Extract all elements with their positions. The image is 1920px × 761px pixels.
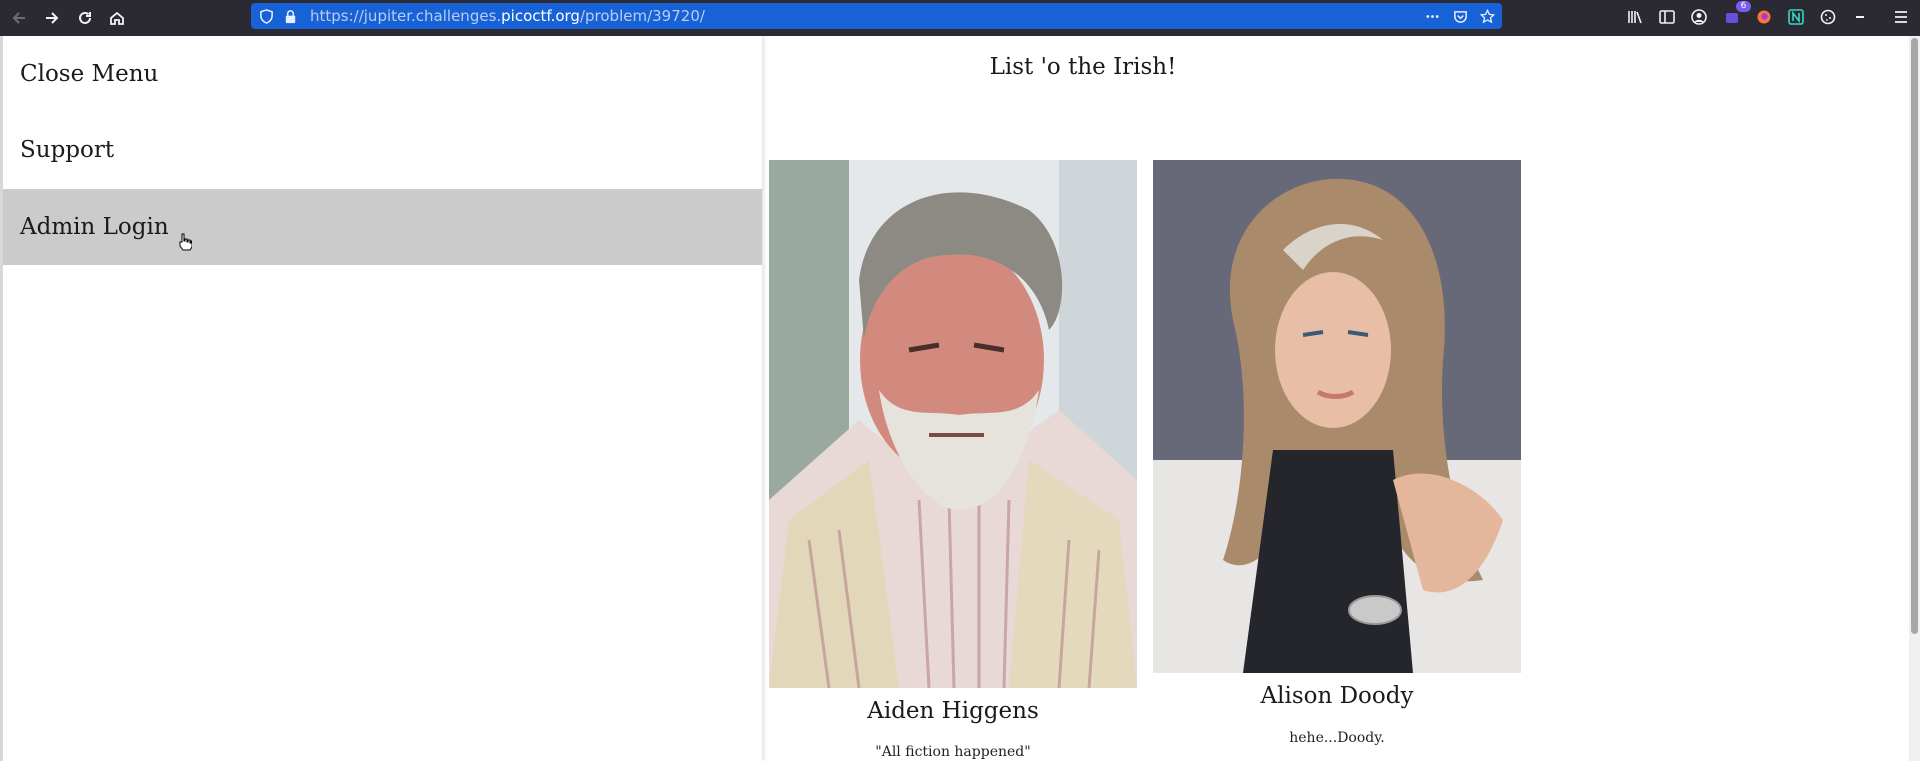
close-menu-link[interactable]: Close Menu [3, 36, 762, 112]
back-button[interactable] [5, 4, 33, 32]
library-icon[interactable] [1624, 6, 1646, 28]
pocket-icon[interactable] [1451, 7, 1469, 25]
person-quote: "All fiction happened" [875, 744, 1031, 760]
firefox-icon[interactable] [1753, 6, 1775, 28]
sidebar-icon[interactable] [1656, 6, 1678, 28]
minus-icon[interactable] [1849, 6, 1871, 28]
browser-toolbar: https://jupiter.challenges.picoctf.org/p… [0, 0, 1920, 36]
person-card: Aiden Higgens "All fiction happened" [769, 160, 1137, 760]
person-name: Aiden Higgens [867, 698, 1039, 724]
person-photo [769, 160, 1137, 688]
main-content: List 'o the Irish! Aiden Higgens "All fi… [762, 36, 1910, 761]
more-icon[interactable] [1423, 7, 1441, 25]
extension-badge: 6 [1736, 1, 1751, 12]
side-menu: Close Menu Support Admin Login [0, 36, 762, 761]
url-host: picoctf.org [501, 7, 580, 25]
support-link[interactable]: Support [3, 112, 762, 188]
admin-login-link[interactable]: Admin Login [3, 189, 762, 265]
person-quote: hehe...Doody. [1289, 730, 1385, 746]
home-button[interactable] [103, 4, 131, 32]
home-icon [110, 11, 124, 25]
url-bar[interactable]: https://jupiter.challenges.picoctf.org/p… [251, 3, 1502, 29]
bookmark-star-icon[interactable] [1478, 7, 1496, 25]
back-icon [12, 12, 25, 24]
url-prefix: https://jupiter.challenges. [310, 7, 502, 25]
lock-icon[interactable] [281, 7, 299, 25]
cookie-icon[interactable] [1817, 6, 1839, 28]
reload-icon [79, 11, 91, 24]
page-viewport: Close Menu Support Admin Login List 'o t… [0, 36, 1920, 761]
url-text[interactable]: https://jupiter.challenges.picoctf.org/p… [310, 7, 705, 25]
account-icon[interactable] [1688, 6, 1710, 28]
hamburger-menu-icon[interactable] [1890, 6, 1912, 28]
page-scrollbar-thumb[interactable] [1911, 38, 1918, 634]
url-path: /problem/39720/ [579, 7, 705, 25]
page-title: List 'o the Irish! [989, 54, 1177, 80]
person-photo [1153, 160, 1521, 673]
person-name: Alison Doody [1260, 683, 1414, 709]
shield-icon[interactable] [257, 7, 275, 25]
forward-button[interactable] [38, 4, 66, 32]
person-card: Alison Doody hehe...Doody. [1153, 160, 1521, 760]
extension-n-icon[interactable] [1785, 6, 1807, 28]
reload-button[interactable] [71, 4, 99, 32]
forward-icon [46, 12, 59, 24]
hand-cursor-icon [179, 233, 192, 251]
